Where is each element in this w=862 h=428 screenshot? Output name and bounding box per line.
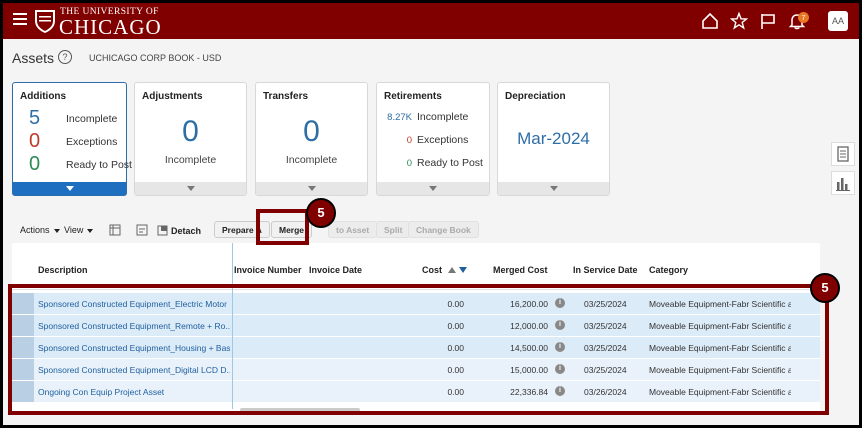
card-depreciation[interactable]: Depreciation Mar-2024 bbox=[497, 82, 610, 196]
column-in-service-date[interactable]: In Service Date bbox=[573, 265, 638, 275]
table-header: Description Invoice Number Invoice Date … bbox=[12, 243, 820, 290]
freeze-columns-icon[interactable] bbox=[109, 224, 121, 236]
column-cost-label: Cost bbox=[422, 265, 442, 275]
actions-menu[interactable]: Actions bbox=[20, 225, 60, 235]
card-title: Retirements bbox=[384, 91, 442, 102]
page-title: Assets bbox=[12, 50, 55, 66]
split-button[interactable]: Split bbox=[376, 221, 411, 238]
bar-chart-icon bbox=[836, 178, 850, 191]
favorites-star-icon[interactable] bbox=[730, 12, 748, 30]
additions-incomplete-count: 5 bbox=[29, 107, 41, 129]
card-transfers[interactable]: Transfers 0 Incomplete bbox=[255, 82, 368, 196]
chevron-down-icon bbox=[65, 186, 74, 191]
retirements-incomplete-label: Incomplete bbox=[417, 111, 469, 123]
retirements-incomplete-count: 8.27K bbox=[387, 112, 412, 123]
detach-button[interactable]: Detach bbox=[157, 225, 201, 236]
column-description[interactable]: Description bbox=[38, 265, 88, 275]
sort-icon[interactable] bbox=[447, 265, 469, 274]
column-invoice-date[interactable]: Invoice Date bbox=[309, 265, 362, 275]
additions-incomplete-label: Incomplete bbox=[66, 113, 118, 125]
card-additions[interactable]: Additions 5 Incomplete 0 Exceptions 0 Re… bbox=[12, 82, 132, 196]
card-expand-bar[interactable] bbox=[377, 182, 489, 195]
retirements-exceptions: 0 Exceptions bbox=[384, 134, 469, 146]
actions-label: Actions bbox=[20, 225, 50, 235]
change-book-button[interactable]: Change Book bbox=[408, 221, 479, 238]
document-icon bbox=[837, 146, 849, 162]
top-bar: THE UNIVERSITY OF CHICAGO 7 AA bbox=[3, 3, 859, 39]
adjustments-label: Incomplete bbox=[164, 154, 217, 166]
retirements-exceptions-count: 0 bbox=[406, 135, 412, 146]
card-title: Adjustments bbox=[142, 91, 203, 102]
card-title: Transfers bbox=[263, 91, 309, 102]
column-cost[interactable]: Cost bbox=[422, 265, 469, 275]
card-title: Depreciation bbox=[505, 91, 566, 102]
chevron-down-icon bbox=[307, 186, 316, 191]
retirements-exceptions-label: Exceptions bbox=[417, 134, 469, 146]
card-expand-bar[interactable] bbox=[498, 182, 609, 195]
column-invoice-number[interactable]: Invoice Number bbox=[234, 265, 302, 275]
wrap-icon[interactable] bbox=[136, 224, 148, 236]
retirements-ready-label: Ready to Post bbox=[417, 157, 483, 169]
view-label: View bbox=[64, 225, 84, 235]
retirements-ready: 0 Ready to Post bbox=[384, 157, 483, 169]
retirements-incomplete: 8.27K Incomplete bbox=[384, 111, 468, 123]
home-icon[interactable] bbox=[701, 12, 719, 30]
university-shield-icon bbox=[35, 10, 55, 33]
card-expand-bar[interactable] bbox=[135, 182, 246, 195]
chevron-down-icon bbox=[549, 186, 558, 191]
flag-icon[interactable] bbox=[759, 12, 777, 30]
transfers-label: Incomplete bbox=[285, 154, 338, 166]
side-panel-document-icon[interactable] bbox=[831, 142, 855, 166]
notification-badge: 7 bbox=[798, 12, 809, 23]
column-merged-cost[interactable]: Merged Cost bbox=[493, 265, 548, 275]
card-adjustments[interactable]: Adjustments 0 Incomplete bbox=[134, 82, 247, 196]
chevron-down-icon bbox=[429, 186, 437, 191]
retirements-ready-count: 0 bbox=[406, 158, 412, 169]
app-window: THE UNIVERSITY OF CHICAGO 7 AA Assets ? … bbox=[3, 3, 859, 425]
card-expand-bar[interactable] bbox=[256, 182, 367, 195]
merge-highlight-box bbox=[256, 209, 309, 245]
card-expand-bar[interactable] bbox=[13, 182, 126, 195]
additions-ready-count: 0 bbox=[29, 153, 41, 175]
user-avatar[interactable]: AA bbox=[828, 11, 848, 31]
card-title: Additions bbox=[20, 91, 67, 102]
additions-exceptions-count: 0 bbox=[29, 130, 41, 152]
additions-exceptions-label: Exceptions bbox=[66, 136, 118, 148]
chevron-down-icon bbox=[186, 186, 195, 191]
side-panel-chart-icon[interactable] bbox=[831, 171, 855, 195]
asset-book-name: UCHICAGO CORP BOOK - USD bbox=[89, 53, 222, 63]
add-to-asset-button[interactable]: to Asset bbox=[328, 221, 378, 238]
table-toolbar: Actions View Detach Prepare A Merge to A… bbox=[12, 220, 822, 240]
step-badge-merge: 5 bbox=[306, 198, 336, 228]
transfers-count: 0 bbox=[303, 115, 320, 148]
help-icon[interactable]: ? bbox=[58, 50, 72, 64]
logo-text-main: CHICAGO bbox=[59, 15, 162, 39]
additions-ready-label: Ready to Post bbox=[66, 159, 132, 171]
menu-icon[interactable] bbox=[13, 13, 27, 25]
view-menu[interactable]: View bbox=[64, 225, 94, 235]
caret-down-icon bbox=[87, 228, 94, 233]
detach-icon bbox=[157, 225, 168, 236]
adjustments-count: 0 bbox=[182, 115, 199, 148]
table-highlight-box bbox=[8, 284, 829, 415]
column-category[interactable]: Category bbox=[649, 265, 688, 275]
caret-down-icon bbox=[53, 228, 60, 233]
card-retirements[interactable]: Retirements 8.27K Incomplete 0 Exceptions … bbox=[376, 82, 490, 196]
detach-label: Detach bbox=[171, 226, 202, 236]
step-badge-table: 5 bbox=[810, 273, 840, 303]
depreciation-period: Mar-2024 bbox=[517, 129, 590, 148]
